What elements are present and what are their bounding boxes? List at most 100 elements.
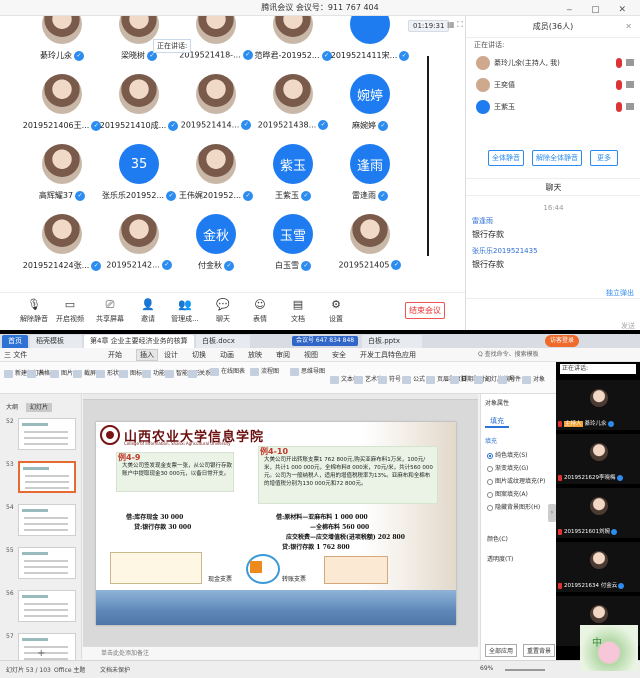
fill-option[interactable]: 图片或纹理填充(P) xyxy=(487,476,545,485)
menu-item[interactable]: 切换 xyxy=(192,350,206,360)
send-button[interactable]: 发送 xyxy=(621,321,635,331)
tab-home[interactable]: 首页 xyxy=(2,335,28,348)
ribbon-button[interactable]: 在线图表 xyxy=(210,366,245,376)
camera-icon[interactable] xyxy=(626,103,634,110)
thumb-line xyxy=(24,517,68,519)
toolbar-button-members[interactable]: 👥 管理成... xyxy=(165,299,205,324)
chat-input[interactable]: 发送 xyxy=(466,298,640,330)
toolbar-button-emoji[interactable]: ☺ 表情 xyxy=(240,299,280,324)
thumb-line xyxy=(24,609,68,611)
ribbon-button[interactable]: 公式 xyxy=(402,374,425,384)
guest-login-button[interactable]: 访客登录 xyxy=(545,335,580,347)
participant-name-text: 綦玲儿氽 xyxy=(40,51,72,60)
fill-option[interactable]: 纯色填充(S) xyxy=(487,450,528,459)
tab-whiteboard-docx[interactable]: 白板.docx xyxy=(196,335,250,348)
video-strip: 正在讲话: 主持人 綦玲儿氽 2019521629李晓梅 2019521601刘婉 20… xyxy=(556,362,640,660)
tab-fill[interactable]: 填充 xyxy=(485,416,509,428)
muted-mic-icon[interactable] xyxy=(616,102,622,112)
members-panel: 成员(36人) ✕ 正在讲话: 綦玲儿氽(主持人, 我) 王奕僖 王紫玉 全体静音 … xyxy=(465,16,640,330)
video-tile[interactable]: 2019521634 付金云 xyxy=(556,542,640,592)
menu-item[interactable]: 三 文件 xyxy=(4,350,27,360)
member-avatar xyxy=(476,56,490,70)
slide-thumbnail[interactable] xyxy=(18,461,76,493)
slide-thumbnail[interactable] xyxy=(18,590,76,622)
toolbar-button-camera[interactable]: ▭ 开启视频 xyxy=(50,299,90,324)
popout-link[interactable]: 独立弹出 xyxy=(606,288,634,298)
command-search[interactable]: Q 查找命令、搜索模板 xyxy=(478,349,539,358)
slide-thumbnail[interactable] xyxy=(18,418,76,450)
video-tile[interactable]: 2019521629李晓梅 xyxy=(556,434,640,484)
close-icon[interactable]: ✕ xyxy=(625,16,632,38)
menu-item[interactable]: 开始 xyxy=(108,350,122,360)
member-row[interactable]: 王奕僖 xyxy=(466,74,640,96)
camera-icon[interactable] xyxy=(626,81,634,88)
camera-icon[interactable] xyxy=(626,59,634,66)
unmute-all-button[interactable]: 解除全体静音 xyxy=(532,150,582,166)
tab-slides[interactable]: 幻灯片 xyxy=(25,403,52,412)
notes-field[interactable]: 单击此处添加备注 xyxy=(83,646,478,660)
cash-cheque-label: 现金支票 xyxy=(208,576,233,583)
member-row[interactable]: 綦玲儿氽(主持人, 我) xyxy=(466,52,640,74)
tab-docer[interactable]: 稻壳模板 xyxy=(30,335,82,348)
toolbar-button-document[interactable]: ▤ 文档 xyxy=(278,299,318,324)
ribbon-button[interactable]: 图标 xyxy=(119,368,142,378)
menu-item[interactable]: 视图 xyxy=(304,350,318,360)
muted-mic-icon[interactable] xyxy=(616,58,622,68)
ribbon-button[interactable]: 截屏 xyxy=(73,368,96,378)
ribbon-button[interactable]: 思维导图 xyxy=(290,366,325,376)
ribbon-button[interactable]: 符号 xyxy=(378,374,401,384)
slide-number: 54 xyxy=(6,504,14,511)
current-slide[interactable]: 山西农业大学信息学院 College of Information, Shanx… xyxy=(96,422,456,625)
video-tile[interactable]: 2019521601刘婉 xyxy=(556,488,640,538)
tab-outline[interactable]: 大纲 xyxy=(6,404,18,411)
mute-all-button[interactable]: 全体静音 xyxy=(488,150,524,166)
toolbar-button-chat[interactable]: 💬 聊天 xyxy=(203,299,243,324)
grid-scrollbar[interactable] xyxy=(427,56,429,256)
menu-item[interactable]: 特色应用 xyxy=(388,350,416,360)
participant-tile[interactable]: 逢雨 雷逢雨 ✓ xyxy=(325,144,415,202)
ribbon-button[interactable]: 流程图 xyxy=(250,366,279,376)
slide-thumbnails: 大纲 幻灯片 52 53 54 55 56 57 + xyxy=(0,394,82,665)
muted-mic-icon[interactable] xyxy=(616,80,622,90)
fill-option[interactable]: 渐变填充(G) xyxy=(487,463,528,472)
menu-item[interactable]: 设计 xyxy=(164,350,178,360)
participant-tile[interactable]: 2019521411宋... ✓ xyxy=(325,16,415,62)
toolbar-button-screen-share[interactable]: ⎚ 共享屏幕 xyxy=(90,299,130,324)
collapse-panel-icon[interactable]: › xyxy=(548,504,556,522)
end-meeting-button[interactable]: 结束会议 xyxy=(405,302,445,319)
ribbon-button[interactable]: 图片 xyxy=(50,368,73,378)
tab-whiteboard-pptx[interactable]: 白板.pptx xyxy=(362,335,422,348)
menu-item[interactable]: 动画 xyxy=(220,350,234,360)
zoom-slider[interactable] xyxy=(505,669,545,671)
slide-thumbnail[interactable] xyxy=(18,547,76,579)
participant-tile[interactable]: 婉婷 麻婉婷 ✓ xyxy=(325,74,415,132)
apply-all-button[interactable]: 全部应用 xyxy=(485,644,518,657)
fill-option[interactable]: 图案填充(A) xyxy=(487,489,528,498)
menu-item[interactable]: 安全 xyxy=(332,350,346,360)
ribbon-button[interactable]: 对象 xyxy=(522,374,545,384)
toolbar-button-mic[interactable]: 🎙 解除静音 xyxy=(14,299,54,324)
members-title: 成员(36人) xyxy=(532,22,574,31)
slide-thumbnail[interactable] xyxy=(18,504,76,536)
menu-item[interactable]: 审阅 xyxy=(276,350,290,360)
menu-item[interactable]: 插入 xyxy=(136,349,158,361)
toolbar-button-invite[interactable]: 👤 邀请 xyxy=(128,299,168,324)
avatar xyxy=(350,16,390,44)
member-row[interactable]: 王紫玉 xyxy=(466,96,640,118)
tab-chapter4[interactable]: 第4章 企业主要经济业务的核算 xyxy=(84,335,194,348)
add-slide-icon[interactable]: + xyxy=(37,648,45,659)
video-tile[interactable]: 主持人 綦玲儿氽 xyxy=(556,380,640,430)
lotus-image xyxy=(580,625,638,671)
ribbon-icon xyxy=(142,369,151,378)
participant-tile[interactable]: 2019521405 ✓ xyxy=(325,214,415,272)
user-badge-icon: ✓ xyxy=(378,120,388,131)
menu-item[interactable]: 开发工具 xyxy=(360,350,388,360)
ribbon-button[interactable]: 形状 xyxy=(96,368,119,378)
menu-item[interactable]: 放映 xyxy=(248,350,262,360)
more-button[interactable]: 更多 xyxy=(590,150,618,166)
ribbon-button[interactable]: 附件 xyxy=(498,374,521,384)
fill-option[interactable]: 隐藏背景图形(H) xyxy=(487,502,540,511)
ribbon-button[interactable]: 表格 xyxy=(27,368,50,378)
reset-background-button[interactable]: 重置背景 xyxy=(523,644,556,657)
toolbar-button-settings[interactable]: ⚙ 设置 xyxy=(316,299,356,324)
